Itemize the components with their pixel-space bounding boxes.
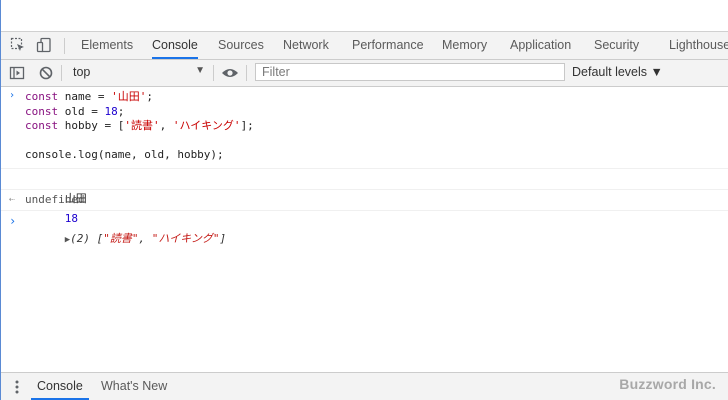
toolbar-divider [246, 65, 247, 81]
code-line: console.log(name, old, hobby); [1, 148, 728, 163]
console-toolbar: top ▼ Default levels ▼ [1, 60, 728, 87]
array-suffix: ] [219, 231, 227, 245]
code-token: 18 [104, 104, 118, 118]
tabbar-divider [64, 38, 65, 54]
clear-console-icon[interactable] [37, 64, 55, 82]
more-menu-icon[interactable] [15, 379, 19, 395]
tab-network[interactable]: Network [283, 32, 329, 59]
toolbar-divider [61, 65, 62, 81]
filter-input[interactable] [255, 63, 565, 81]
input-code-block[interactable]: const name = '山田'; const old = 18; const h… [1, 90, 728, 163]
result-value: undefined [25, 192, 85, 206]
tab-security[interactable]: Security [594, 32, 639, 59]
drawer-tab-bar: Console What's New Buzzword Inc. [1, 372, 728, 400]
array-prefix[interactable]: (2) [ [70, 232, 103, 245]
input-chevron-icon: › [9, 90, 16, 101]
prompt-chevron-icon: › [9, 213, 17, 228]
tab-console[interactable]: Console [152, 32, 198, 59]
tab-lighthouse[interactable]: Lighthouse [669, 32, 728, 59]
code-token: '山田' [111, 90, 147, 103]
toolbar-divider [213, 65, 214, 81]
context-selector[interactable]: top ▼ [73, 65, 205, 81]
code-token: ]; [240, 119, 254, 132]
dropdown-arrow-icon: ▼ [195, 65, 205, 76]
console-log-entry: 山田 18 ▶(2) ["読書", "ハイキング"] [1, 169, 728, 245]
show-sidebar-icon[interactable] [8, 64, 26, 82]
console-result-entry: ⇠ undefined [1, 190, 728, 211]
array-comma: , [138, 231, 152, 245]
context-value: top [73, 65, 91, 79]
tab-application[interactable]: Application [510, 32, 571, 59]
console-messages: › const name = '山田'; const old = 18; const… [1, 87, 728, 372]
code-token: console.log(name, old, hobby); [25, 148, 224, 161]
device-toolbar-icon[interactable] [35, 36, 53, 54]
drawer-tab-whats-new[interactable]: What's New [101, 373, 167, 400]
code-token: old = [64, 104, 105, 118]
code-token: , [159, 119, 173, 132]
code-line: const name = '山田'; [1, 90, 728, 105]
console-input-entry: › const name = '山田'; const old = 18; const… [1, 87, 728, 169]
code-token: '読書' [124, 119, 160, 132]
code-line: const hobby = ['読書', 'ハイキング']; [1, 119, 728, 134]
code-token: const [25, 90, 65, 103]
code-token: const [25, 104, 65, 118]
inspect-element-icon[interactable] [9, 36, 27, 54]
code-line: const old = 18; [1, 105, 728, 120]
code-token: 'ハイキング' [172, 119, 241, 132]
drawer-tab-console[interactable]: Console [31, 373, 89, 400]
code-token: const [25, 119, 65, 132]
watermark: Buzzword Inc. [619, 376, 716, 392]
devtools-tab-bar: Elements Console Sources Network Perform… [1, 32, 728, 60]
code-token: name = [64, 90, 112, 103]
code-token: hobby = [ [64, 119, 125, 132]
page-viewport [1, 0, 728, 32]
console-prompt[interactable]: › [1, 211, 728, 231]
tab-elements[interactable]: Elements [81, 32, 133, 59]
array-item-2: "ハイキング" [151, 231, 220, 245]
tab-sources[interactable]: Sources [218, 32, 264, 59]
log-levels-dropdown[interactable]: Default levels ▼ [572, 65, 663, 79]
code-token: ; [117, 104, 125, 118]
result-arrow-icon: ⇠ [9, 193, 16, 205]
code-token: ; [146, 90, 153, 103]
tab-performance[interactable]: Performance [352, 32, 424, 59]
tab-memory[interactable]: Memory [442, 32, 487, 59]
live-expression-eye-icon[interactable] [221, 64, 239, 82]
array-item-1: "読書" [103, 231, 139, 245]
